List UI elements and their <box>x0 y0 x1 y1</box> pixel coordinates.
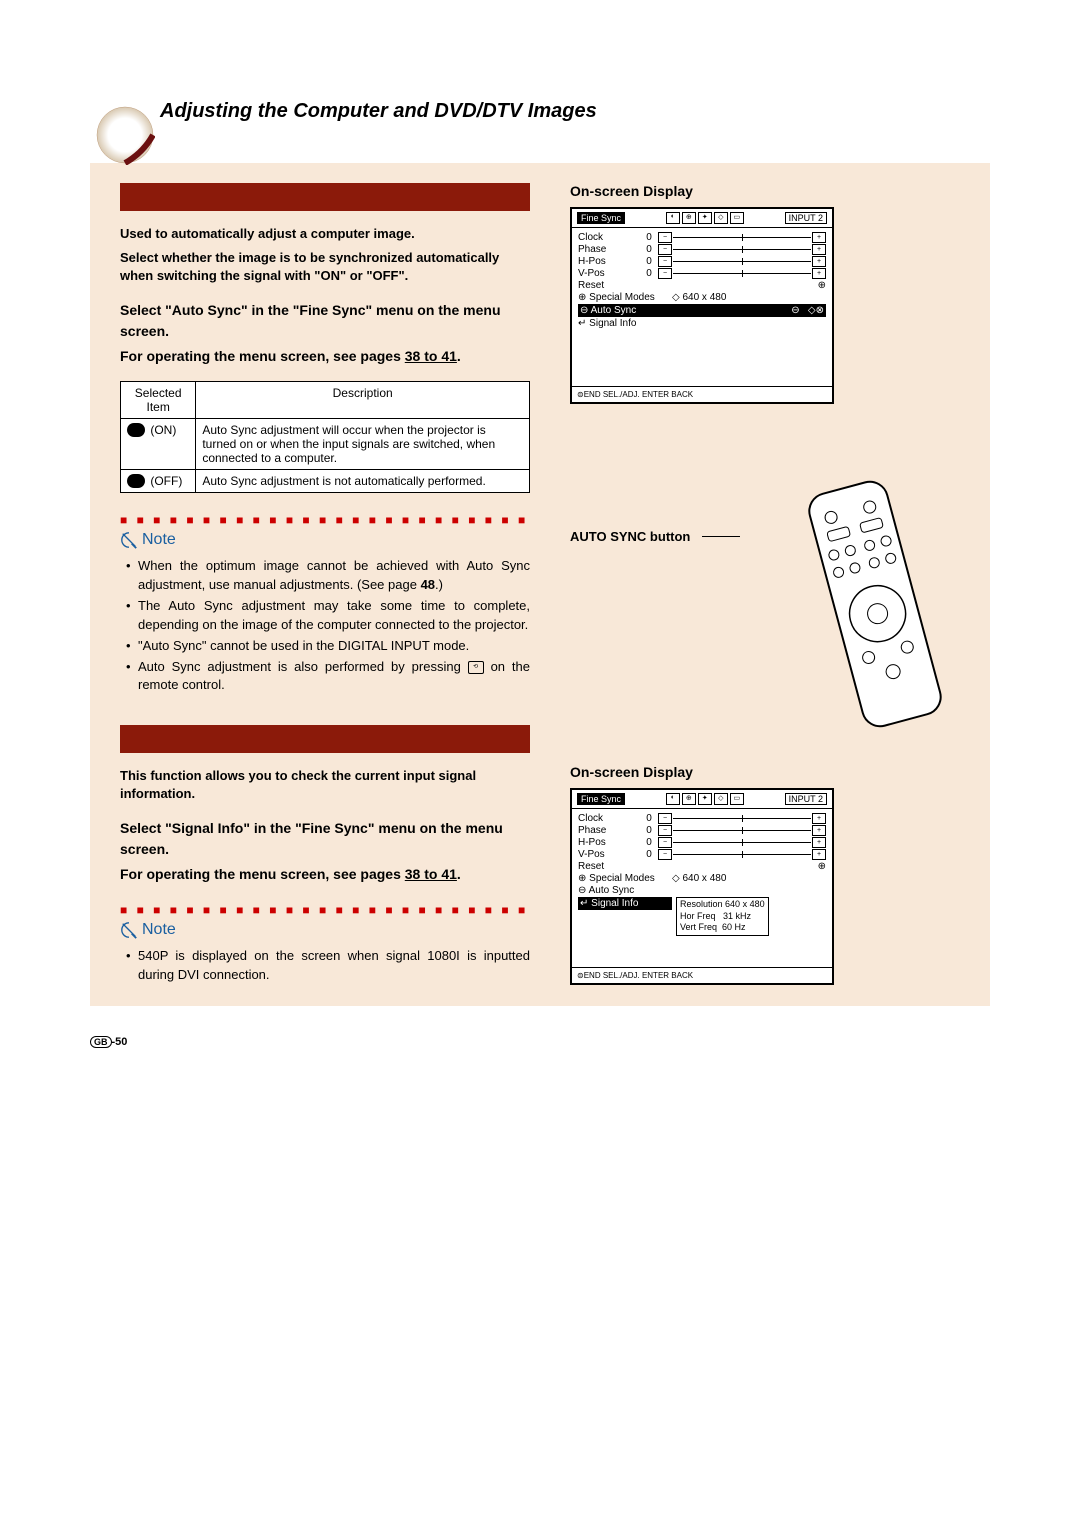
note1-text-b: .) <box>435 577 443 592</box>
osd-box-2: Fine Sync ◐⊕✦◇▭ INPUT 2 Clock0−+ Phase0−… <box>570 788 834 985</box>
autosync-select-instruction: Select "Auto Sync" in the "Fine Sync" me… <box>120 300 530 342</box>
page-num-text: -50 <box>112 1036 128 1048</box>
osd2-ver-l: Vert Freq <box>680 922 717 932</box>
cell-off-desc: Auto Sync adjustment is not automaticall… <box>196 469 530 493</box>
section-heading-autosync <box>120 183 530 211</box>
autosync-table: Selected Item Description (ON) Auto Sync… <box>120 381 530 494</box>
note1-bullet3: "Auto Sync" cannot be used in the DIGITA… <box>138 637 530 656</box>
note-icon-2 <box>120 921 138 939</box>
osd1-special-val: 640 x 480 <box>682 292 726 303</box>
autosync-button-label: AUTO SYNC button <box>570 529 690 544</box>
osd-box-1: Fine Sync ◐⊕✦◇▭ INPUT 2 Clock0−+ Phase0−… <box>570 207 834 404</box>
osd2-vpos: V-Pos <box>578 849 640 860</box>
osd1-reset: Reset <box>578 280 640 291</box>
autosync-operate-instruction: For operating the menu screen, see pages… <box>120 346 530 367</box>
osd2-phase: Phase <box>578 825 640 836</box>
page-link-48[interactable]: 48 <box>421 577 435 592</box>
osd1-phase: Phase <box>578 244 640 255</box>
osd1-vpos: V-Pos <box>578 268 640 279</box>
osd1-signal: Signal Info <box>589 318 636 329</box>
right-column: On-screen Display Fine Sync ◐⊕✦◇▭ INPUT … <box>570 183 960 986</box>
operate-suffix: . <box>457 348 461 364</box>
note2-bullet1: 540P is displayed on the screen when sig… <box>138 947 530 985</box>
osd2-ver-v: 60 Hz <box>722 922 746 932</box>
autosync-off-icon <box>127 474 145 488</box>
page-title: Adjusting the Computer and DVD/DTV Image… <box>160 100 597 123</box>
osd2-hpos: H-Pos <box>578 837 640 848</box>
osd2-hor-l: Hor Freq <box>680 911 716 921</box>
page-link-38-41-b[interactable]: 38 to 41 <box>405 866 457 882</box>
signalinfo-intro: This function allows you to check the cu… <box>120 767 530 803</box>
dot-divider-2: ■ ■ ■ ■ ■ ■ ■ ■ ■ ■ ■ ■ ■ ■ ■ ■ ■ ■ ■ ■ … <box>120 903 530 917</box>
on-label: (ON) <box>150 423 176 437</box>
osd1-footer: ⊜END SEL./ADJ. ENTER BACK <box>572 386 832 402</box>
label-pointer-line <box>702 536 740 537</box>
left-column: Used to automatically adjust a computer … <box>120 183 530 986</box>
cell-on-desc: Auto Sync adjustment will occur when the… <box>196 418 530 469</box>
dot-divider: ■ ■ ■ ■ ■ ■ ■ ■ ■ ■ ■ ■ ■ ■ ■ ■ ■ ■ ■ ■ … <box>120 513 530 527</box>
osd2-special-val: 640 x 480 <box>682 873 726 884</box>
osd2-reset: Reset <box>578 861 640 872</box>
osd1-clock: Clock <box>578 232 640 243</box>
osd2-autosync: Auto Sync <box>589 885 635 896</box>
autosync-button-icon: ⟲ <box>468 661 484 674</box>
th-selected-item: Selected Item <box>121 381 196 418</box>
osd2-tab-icons: ◐⊕✦◇▭ <box>666 793 744 805</box>
note1-b4a: Auto Sync adjustment is also performed b… <box>138 659 468 674</box>
autosync-sub: Select whether the image is to be synchr… <box>120 249 530 285</box>
osd-heading-2: On-screen Display <box>570 764 960 780</box>
signalinfo-operate-instruction: For operating the menu screen, see pages… <box>120 864 530 885</box>
osd2-res-l: Resolution <box>680 899 723 909</box>
autosync-on-icon <box>127 423 145 437</box>
osd2-tab: Fine Sync <box>577 793 625 805</box>
note1-bullet2: The Auto Sync adjustment may take some t… <box>138 597 530 635</box>
note-label: Note <box>142 531 176 549</box>
osd2-signal: Signal Info <box>591 898 638 909</box>
osd1-tab-icons: ◐⊕✦◇▭ <box>666 212 744 224</box>
osd1-tab: Fine Sync <box>577 212 625 224</box>
operate2-prefix: For operating the menu screen, see pages <box>120 866 405 882</box>
autosync-intro: Used to automatically adjust a computer … <box>120 225 530 243</box>
note-body-1: When the optimum image cannot be achieve… <box>120 557 530 695</box>
osd2-footer: ⊜END SEL./ADJ. ENTER BACK <box>572 967 832 983</box>
th-description: Description <box>196 381 530 418</box>
note1-text-a: When the optimum image cannot be achieve… <box>138 558 530 592</box>
note-icon <box>120 531 138 549</box>
page-number: GB-50 <box>90 1036 990 1048</box>
off-label: (OFF) <box>150 474 182 488</box>
section-heading-signalinfo <box>120 725 530 753</box>
corner-decoration-icon <box>95 105 155 165</box>
remote-control-icon <box>800 474 950 734</box>
cell-off: (OFF) <box>121 469 196 493</box>
note-label-2: Note <box>142 921 176 939</box>
osd2-clock: Clock <box>578 813 640 824</box>
page-link-38-41[interactable]: 38 to 41 <box>405 348 457 364</box>
cell-on: (ON) <box>121 418 196 469</box>
osd1-hpos: H-Pos <box>578 256 640 267</box>
osd1-input: INPUT 2 <box>785 212 827 224</box>
osd-heading-1: On-screen Display <box>570 183 960 199</box>
osd2-input: INPUT 2 <box>785 793 827 805</box>
signalinfo-select-instruction: Select "Signal Info" in the "Fine Sync" … <box>120 818 530 860</box>
osd1-autosync: Auto Sync <box>591 305 637 316</box>
note-body-2: 540P is displayed on the screen when sig… <box>120 947 530 985</box>
osd2-hor-v: 31 kHz <box>723 911 751 921</box>
gb-badge: GB <box>90 1036 112 1048</box>
operate2-suffix: . <box>457 866 461 882</box>
osd1-special: Special Modes <box>589 292 655 303</box>
osd2-res-v: 640 x 480 <box>725 899 765 909</box>
operate-prefix: For operating the menu screen, see pages <box>120 348 405 364</box>
osd2-special: Special Modes <box>589 873 655 884</box>
